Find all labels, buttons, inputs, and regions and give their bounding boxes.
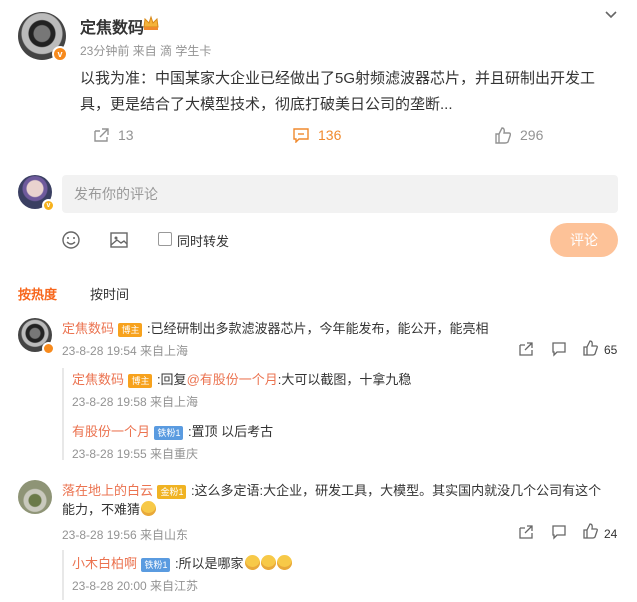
thumbs-up-icon: [495, 126, 512, 144]
chevron-down-icon[interactable]: [604, 8, 618, 22]
reply: 小木白柏啊 铁粉1 :所以是哪家: [72, 553, 292, 574]
comment-avatar[interactable]: [18, 480, 52, 514]
my-avatar: v: [18, 175, 55, 212]
verified-icon: v: [52, 46, 68, 62]
repost-checkbox-label[interactable]: 同时转发: [177, 231, 229, 250]
reply-meta: 23-8-28 19:58 来自上海: [72, 395, 199, 409]
repost-icon: [94, 128, 109, 142]
like-count: 24: [604, 527, 618, 541]
image-icon[interactable]: [108, 229, 130, 251]
emoji-icon[interactable]: [60, 229, 82, 251]
repost-button[interactable]: 13: [92, 126, 134, 144]
thumbs-up-icon[interactable]: [583, 523, 599, 539]
comment-icon[interactable]: [551, 341, 567, 357]
reply-author[interactable]: 定焦数码: [72, 372, 124, 387]
repost-checkbox[interactable]: [158, 232, 172, 246]
tab-by-time[interactable]: 按时间: [90, 284, 129, 303]
like-count: 65: [604, 343, 618, 357]
fan-badge: 铁粉1: [141, 558, 171, 572]
tab-by-hot[interactable]: 按热度: [18, 284, 57, 303]
reply-meta: 23-8-28 19:55 来自重庆: [72, 447, 199, 461]
comment-button[interactable]: 136: [292, 126, 341, 144]
like-button[interactable]: 296: [494, 126, 543, 144]
grin-emoji-icon: [260, 555, 276, 570]
repost-icon[interactable]: [518, 524, 534, 540]
comment-meta: 23-8-28 19:54 来自上海: [62, 344, 189, 358]
reply-meta: 23-8-28 20:00 来自江苏: [72, 579, 199, 593]
reply-divider: [62, 368, 64, 460]
reply-text: :置顶 以后考古: [187, 424, 274, 439]
comment-meta: 23-8-28 19:56 来自山东: [62, 528, 189, 542]
submit-comment-button[interactable]: 评论: [550, 223, 618, 257]
verified-icon: v: [42, 199, 55, 212]
comment-icon[interactable]: [551, 524, 567, 540]
comment: 落在地上的白云 金粉1 :这么多定语:大企业，研发工具，大模型。其实国内就没几个…: [62, 480, 601, 501]
reply: 有股份一个月 铁粉1 :置顶 以后考古: [72, 421, 273, 442]
grin-emoji-icon: [276, 555, 292, 570]
comment-text: :这么多定语:大企业，研发工具，大模型。其实国内就没几个公司有这个: [190, 483, 602, 498]
reply-author[interactable]: 小木白柏啊: [72, 556, 137, 571]
thumbs-up-icon[interactable]: [583, 340, 599, 356]
comment-icon: [293, 128, 309, 143]
grin-emoji-icon: [141, 501, 157, 516]
comment-text: 能力，不难猜: [62, 502, 141, 517]
post-meta: 23分钟前 来自 滴 学生卡: [80, 44, 212, 58]
post-author[interactable]: 定焦数码: [80, 14, 144, 38]
comment-text-cont: 能力，不难猜: [62, 499, 157, 520]
like-count: 296: [520, 127, 544, 143]
comment: 定焦数码 博主 :已经研制出多款滤波器芯片，今年能发布，能公开，能亮相: [62, 318, 489, 339]
fan-badge: 金粉1: [157, 485, 187, 499]
comment-text: :已经研制出多款滤波器芯片，今年能发布，能公开，能亮相: [146, 321, 489, 336]
repost-count: 13: [118, 127, 134, 143]
blogger-badge: 博主: [118, 323, 143, 337]
fan-badge: 铁粉1: [154, 426, 184, 440]
comment-count: 136: [318, 127, 342, 143]
reply-text: :大可以截图，十拿九稳: [277, 372, 412, 387]
comment-input[interactable]: [62, 175, 618, 213]
repost-icon[interactable]: [518, 341, 534, 357]
reply-divider: [62, 550, 64, 600]
author-avatar[interactable]: v: [18, 12, 68, 62]
reply: 定焦数码 博主 :回复@有股份一个月:大可以截图，十拿九稳: [72, 369, 411, 390]
crown-icon: [143, 15, 159, 30]
reply-author[interactable]: 有股份一个月: [72, 424, 150, 439]
comment-author[interactable]: 落在地上的白云: [62, 483, 153, 498]
grin-emoji-icon: [244, 555, 260, 570]
mention-link[interactable]: @有股份一个月: [187, 372, 278, 387]
verified-icon: [42, 342, 55, 355]
comment-avatar[interactable]: [18, 318, 55, 355]
comment-author[interactable]: 定焦数码: [62, 321, 114, 336]
blogger-badge: 博主: [128, 374, 153, 388]
reply-text: :所以是哪家: [174, 556, 244, 571]
reply-prefix: :回复: [156, 372, 187, 387]
post-text: 以我为准：中国某家大企业已经做出了5G射频滤波器芯片，并且研制出开发工具，更是结…: [80, 70, 596, 113]
